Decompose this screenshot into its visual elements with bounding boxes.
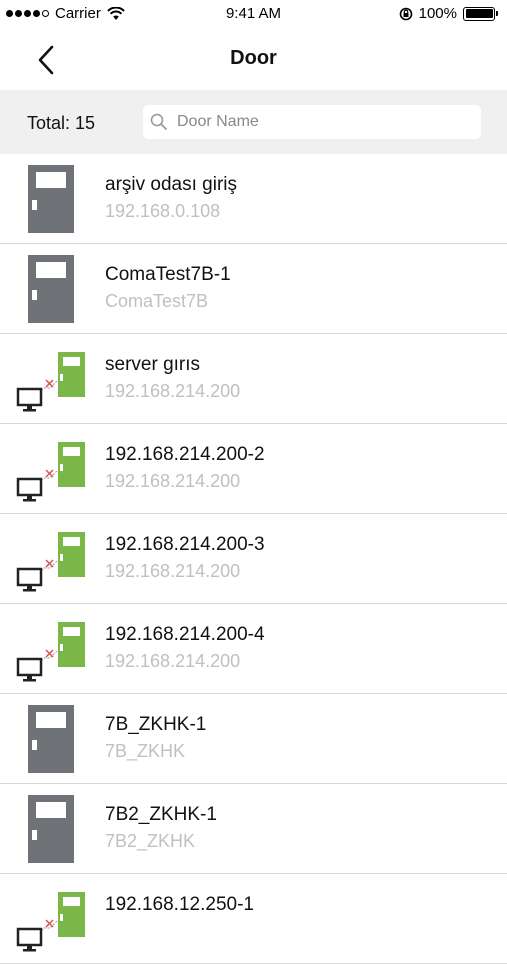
door-disconnected-icon bbox=[14, 523, 86, 595]
rotation-lock-icon bbox=[399, 7, 412, 20]
door-subtitle: 192.168.214.200 bbox=[105, 561, 241, 581]
door-name: 7B_ZKHK-1 bbox=[105, 714, 207, 735]
door-row[interactable]: 192.168.214.200-4 192.168.214.200 bbox=[0, 604, 507, 694]
status-right: 100% bbox=[399, 5, 498, 22]
door-row[interactable]: 7B2_ZKHK-1 7B2_ZKHK bbox=[0, 784, 507, 874]
door-name: 192.168.214.200-3 bbox=[105, 534, 265, 555]
nav-bar: Door bbox=[0, 30, 507, 90]
search-icon bbox=[150, 113, 167, 130]
door-disconnected-icon bbox=[14, 433, 86, 505]
page-title: Door bbox=[230, 47, 277, 69]
door-subtitle: 192.168.214.200 bbox=[105, 381, 241, 401]
door-row[interactable]: server gırıs 192.168.214.200 bbox=[0, 334, 507, 424]
door-icon bbox=[14, 793, 86, 865]
door-name: 7B2_ZKHK-1 bbox=[105, 804, 217, 825]
door-subtitle: 192.168.214.200 bbox=[105, 651, 241, 671]
door-icon bbox=[14, 253, 86, 325]
door-subtitle: 192.168.0.108 bbox=[105, 201, 221, 221]
door-row[interactable]: ComaTest7B-1 ComaTest7B bbox=[0, 244, 507, 334]
door-subtitle: 192.168.214.200 bbox=[105, 471, 241, 491]
battery-percent: 100% bbox=[418, 5, 457, 22]
door-row[interactable]: 192.168.214.200-3 192.168.214.200 bbox=[0, 514, 507, 604]
door-name: arşiv odası giriş bbox=[105, 174, 237, 195]
door-icon bbox=[14, 163, 86, 235]
status-bar: Carrier 9:41 AM 100% bbox=[0, 0, 507, 30]
door-list: arşiv odası giriş 192.168.0.108 ComaTest7… bbox=[0, 154, 507, 964]
door-row[interactable]: 192.168.12.250-1 bbox=[0, 874, 507, 964]
door-name: 192.168.214.200-2 bbox=[105, 444, 265, 465]
door-row[interactable]: arşiv odası giriş 192.168.0.108 bbox=[0, 154, 507, 244]
door-disconnected-icon bbox=[14, 343, 86, 415]
battery-icon bbox=[463, 6, 498, 21]
door-disconnected-icon bbox=[14, 613, 86, 685]
door-icon bbox=[14, 703, 86, 775]
door-subtitle: ComaTest7B bbox=[105, 291, 209, 311]
search-box[interactable] bbox=[143, 105, 481, 139]
door-name: ComaTest7B-1 bbox=[105, 264, 231, 285]
door-row[interactable]: 192.168.214.200-2 192.168.214.200 bbox=[0, 424, 507, 514]
total-count-label: Total: 15 bbox=[27, 113, 96, 133]
door-disconnected-icon bbox=[14, 883, 86, 955]
door-subtitle: 7B2_ZKHK bbox=[105, 831, 196, 851]
search-input[interactable] bbox=[177, 113, 457, 131]
door-name: 192.168.214.200-4 bbox=[105, 624, 265, 645]
door-subtitle: 7B_ZKHK bbox=[105, 741, 186, 761]
door-name: 192.168.12.250-1 bbox=[105, 894, 254, 915]
door-name: server gırıs bbox=[105, 354, 201, 375]
filter-bar: Total: 15 bbox=[0, 90, 507, 154]
door-row[interactable]: 7B_ZKHK-1 7B_ZKHK bbox=[0, 694, 507, 784]
